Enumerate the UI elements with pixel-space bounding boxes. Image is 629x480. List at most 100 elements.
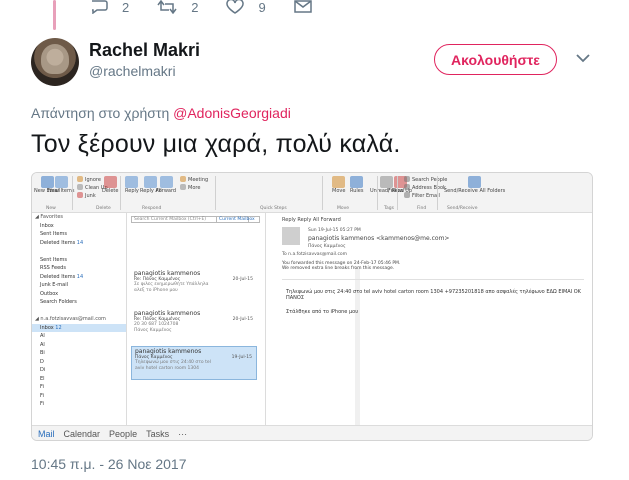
- avatar[interactable]: [31, 38, 79, 86]
- like-action[interactable]: 9: [226, 0, 266, 15]
- outlook-nav-bar: Mail Calendar People Tasks ···: [32, 425, 592, 440]
- ribbon-group-label: Send/Receive: [447, 206, 478, 211]
- folder-item: RSS Feeds: [40, 265, 66, 271]
- ribbon-button: Delete: [102, 176, 118, 194]
- ribbon-button: Rules: [350, 176, 364, 194]
- outlook-nav-item: ···: [178, 428, 188, 439]
- reply-action[interactable]: 2: [90, 0, 129, 15]
- ribbon-button: Meeting: [180, 176, 208, 183]
- folder-item: Di: [40, 367, 46, 373]
- tweet-text: Τον ξέρουν μια χαρά, πολύ καλά.: [31, 130, 401, 158]
- ribbon-button: Move: [332, 176, 345, 194]
- ribbon-button: Search People: [404, 176, 447, 183]
- user-name[interactable]: Rachel Makri: [89, 40, 200, 61]
- reading-info: You forwarded this message on 24-Feb-17 …: [282, 261, 400, 271]
- message-list-item: panagiotis kammenos Re: Πάνος Καμμένος 20 …: [134, 310, 253, 333]
- folder-item: Sent Items: [40, 231, 67, 237]
- folder-item: Junk E-mail: [40, 282, 68, 288]
- reading-subject: Πάνος Καμμένος: [308, 244, 346, 249]
- reading-actions: Reply Reply All Forward: [282, 217, 341, 223]
- message-action[interactable]: [293, 0, 326, 14]
- ribbon-button: Junk: [77, 192, 96, 199]
- reading-date: Sun 19-Jul-15 05:27 PM: [308, 228, 361, 233]
- heart-icon: [226, 0, 245, 14]
- ribbon-button: Filter Email: [404, 192, 440, 199]
- folder-item: Inbox: [40, 222, 54, 229]
- ribbon-button: Ignore: [77, 176, 101, 183]
- ribbon-separator: [437, 176, 438, 210]
- ribbon-button: Send/Receive All Folders: [444, 176, 505, 194]
- ribbon-separator: [322, 176, 323, 210]
- folder-item: ◢ n.a.fotzisavvas@mail.com: [35, 316, 106, 322]
- ribbon-group-label: Find: [417, 206, 427, 211]
- message-list-item: panagiotis kammenos Re: Πάνος Καμμένος Σε …: [134, 270, 253, 293]
- ribbon-separator: [120, 176, 121, 210]
- ribbon-group-label: Quick Steps: [260, 206, 287, 211]
- outlook-message-list: Search Current Mailbox (Ctrl+E) Current …: [128, 213, 360, 440]
- ribbon-group-label: New: [46, 206, 56, 211]
- folder-item: Fi: [40, 392, 44, 399]
- ribbon-group-label: Move: [337, 206, 350, 211]
- reply-count: 2: [122, 0, 130, 15]
- like-count: 9: [258, 0, 266, 15]
- folder-item: D: [40, 358, 44, 365]
- retweet-action[interactable]: 2: [157, 0, 198, 15]
- ribbon-separator: [72, 176, 73, 210]
- retweet-icon: [157, 0, 177, 14]
- folder-item: El: [40, 375, 45, 382]
- message-list-item: panagiotis kammenos Πάνος Καμμένος Τηλεφων…: [131, 346, 257, 380]
- outlook-nav-item: Mail: [38, 428, 55, 439]
- folder-item: Fi: [40, 401, 44, 407]
- folder-item: [32, 247, 126, 256]
- reply-prefix: Απάντηση στο χρήστη: [31, 105, 174, 121]
- ribbon-group-label: Delete: [96, 206, 111, 211]
- user-handle[interactable]: @rachelmakri: [89, 63, 176, 79]
- folder-item: [32, 307, 126, 316]
- folder-item: Sent Items: [40, 256, 67, 263]
- outlook-folder-pane: ◢ Favorites Inbox Sent Items Deleted Items …: [32, 213, 127, 425]
- reading-to: To n.a.fotzisavvas@mail.com: [282, 252, 348, 257]
- ribbon-button: More: [180, 184, 200, 191]
- reply-mention-link[interactable]: @AdonisGeorgiadi: [173, 105, 291, 121]
- info-linebreaks: We removed extra line breaks from this m…: [282, 266, 395, 271]
- folder-item: Inbox 12: [32, 323, 126, 332]
- retweet-count: 2: [191, 0, 199, 15]
- ribbon-button: Forward: [156, 176, 176, 194]
- ribbon-button: New Items: [48, 176, 74, 194]
- outlook-nav-item: Calendar: [63, 428, 101, 439]
- outlook-nav-item: People: [109, 428, 138, 439]
- folder-item: Outbox: [40, 290, 59, 297]
- body-line-1: Τηλεφωνώ μου στις 24:40 στο tel aviv hot…: [286, 289, 581, 295]
- reading-from: panagiotis kammenos <kammenos@me.com>: [308, 235, 450, 242]
- folder-item: Search Folders: [40, 299, 77, 305]
- envelope-icon: [293, 0, 312, 13]
- ribbon-separator: [397, 176, 398, 210]
- thread-connector-line: [53, 0, 56, 30]
- folder-item: Fi: [40, 384, 44, 390]
- reply-icon: [92, 0, 108, 14]
- folder-item: Al: [40, 341, 45, 348]
- folder-item: Deleted Items 14: [40, 273, 84, 280]
- outlook-reading-pane: Reply Reply All Forward Sun 19-Jul-15 05…: [270, 213, 592, 425]
- outlook-nav-item: Tasks: [146, 428, 170, 439]
- ribbon-separator: [215, 176, 216, 210]
- ribbon-group-label: Tags: [384, 206, 394, 211]
- chevron-down-icon[interactable]: [576, 54, 590, 63]
- ribbon-group-label: Respond: [142, 206, 162, 211]
- folder-item: ◢ Favorites: [35, 214, 64, 220]
- folder-item: Deleted Items 14: [40, 239, 84, 246]
- folder-item: Bi: [40, 350, 45, 356]
- folder-item: Al: [40, 333, 45, 339]
- ribbon-button: Address Book: [404, 184, 446, 191]
- tweet-actions-bar: 2 2 9: [90, 0, 354, 15]
- reading-body: Τηλεφωνώ μου στις 24:40 στο tel aviv hot…: [286, 289, 586, 315]
- body-line-3: Στάλθηκε από το iPhone μου: [286, 309, 359, 315]
- follow-button[interactable]: Ακολουθήστε: [434, 44, 557, 75]
- tweet-image-outlook-screenshot[interactable]: New Email New Items Ignore Clean Up Junk Dele…: [31, 172, 593, 441]
- outlook-mailbox-select: Current Mailbox: [216, 216, 260, 223]
- reading-divider: [282, 279, 584, 280]
- ribbon-separator: [377, 176, 378, 210]
- reply-context: Απάντηση στο χρήστη @AdonisGeorgiadi: [31, 105, 291, 121]
- tweet-timestamp[interactable]: 10:45 π.μ. - 26 Νοε 2017: [31, 456, 187, 472]
- sender-avatar: [282, 227, 300, 245]
